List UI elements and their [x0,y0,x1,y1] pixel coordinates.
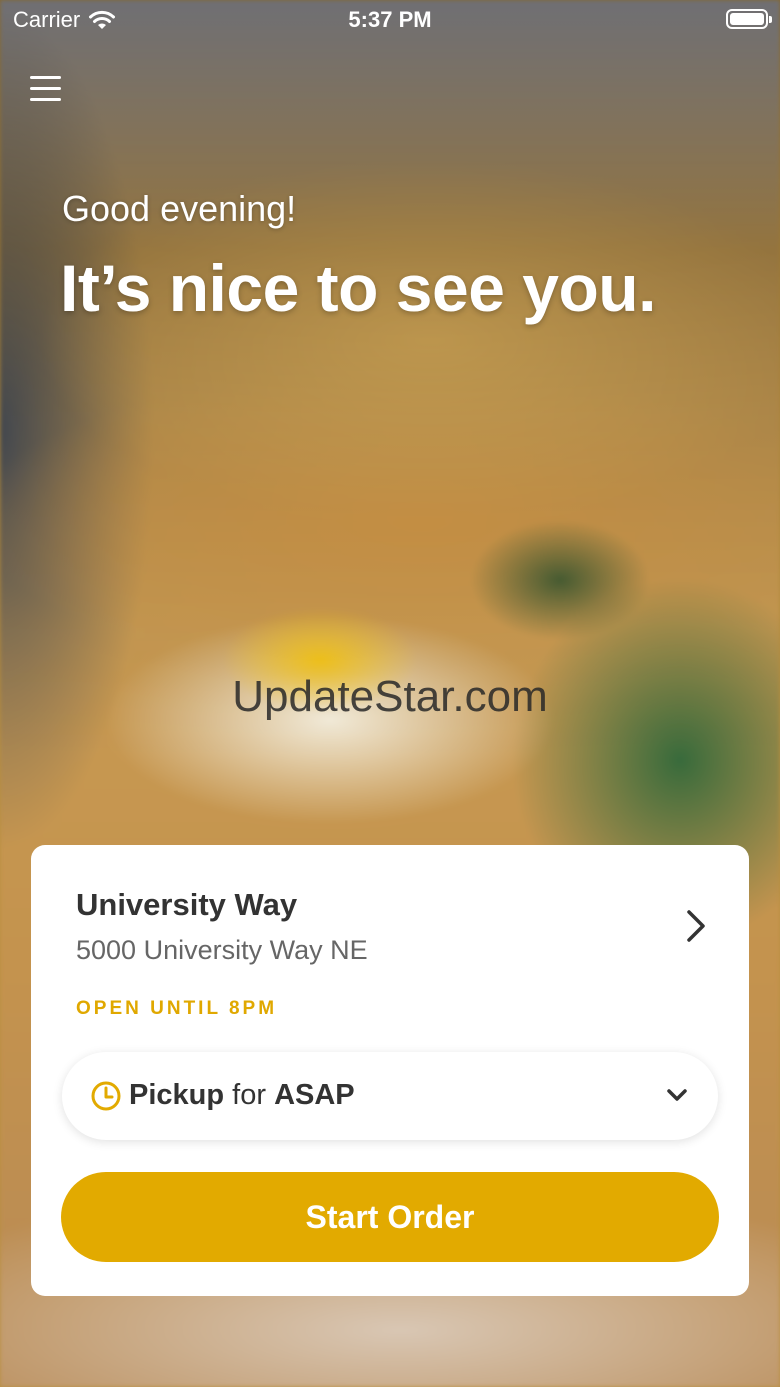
order-connector: for [232,1079,266,1111]
order-type-text: Pickup for ASAP [129,1079,355,1112]
welcome-headline: It’s nice to see you. [60,251,656,325]
greeting-text: Good evening! [62,188,297,229]
order-type-selector[interactable]: Pickup for ASAP [62,1052,718,1140]
menu-line [30,87,61,90]
hamburger-menu-icon[interactable] [30,74,62,104]
order-time: ASAP [274,1079,355,1111]
open-status-label: OPEN UNTIL 8PM [76,998,278,1019]
watermark: UpdateStar.com [232,672,548,721]
start-order-button[interactable]: Start Order [61,1172,719,1262]
store-name[interactable]: University Way [76,887,297,923]
menu-line [30,98,61,101]
chevron-right-icon[interactable] [685,909,707,943]
status-time: 5:37 PM [348,7,432,32]
menu-line [30,76,61,79]
battery-icon [726,9,772,29]
chevron-down-icon [667,1089,687,1101]
order-mode: Pickup [129,1079,225,1111]
store-address[interactable]: 5000 University Way NE [76,935,368,966]
location-card: University Way 5000 University Way NE OP… [31,845,749,1296]
status-bar: Carrier 5:37 PM [0,0,780,40]
clock-icon [91,1081,121,1111]
